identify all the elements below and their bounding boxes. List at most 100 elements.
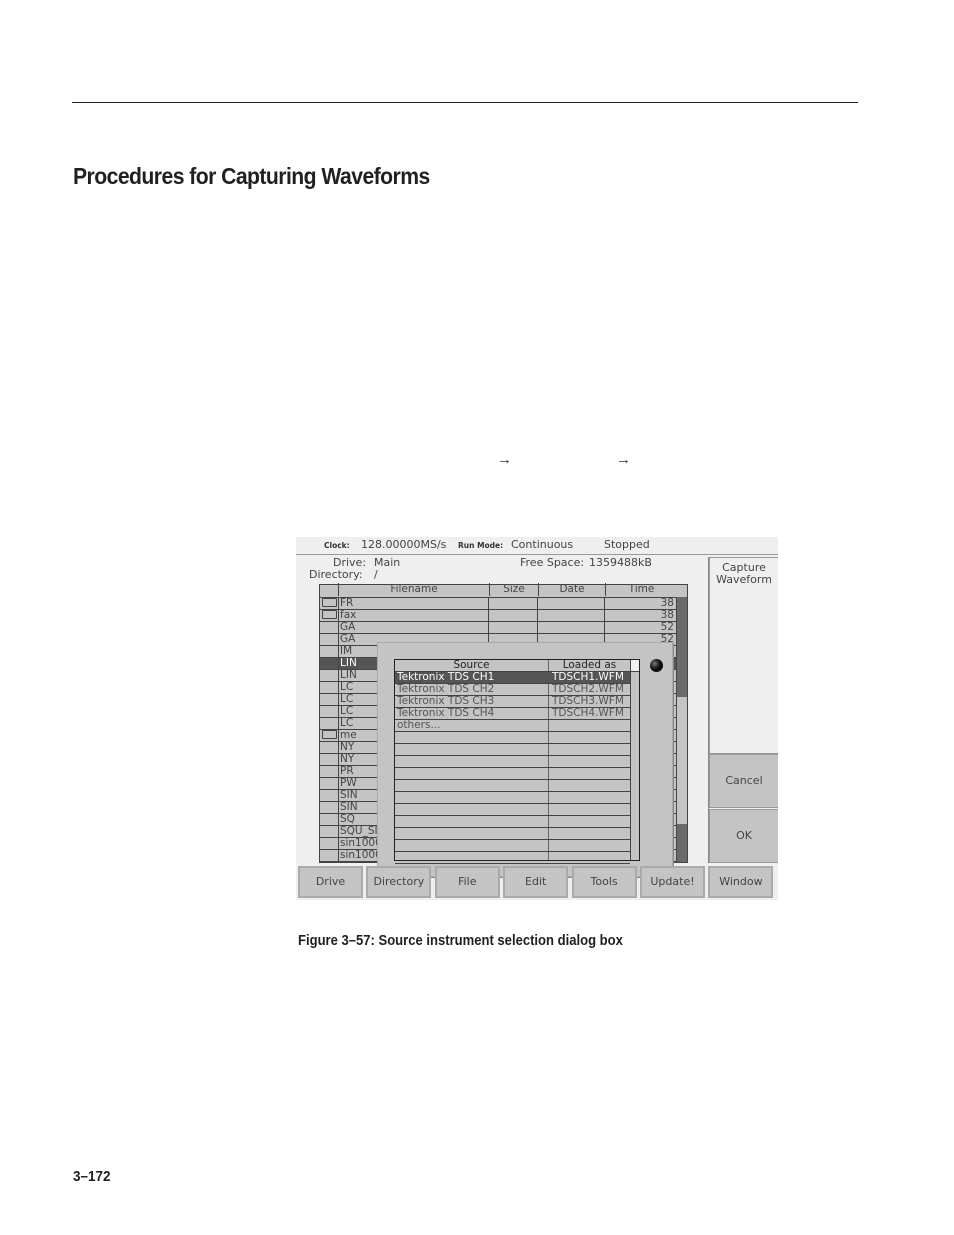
- file-type-cell: [320, 778, 339, 789]
- run-mode-label: Run Mode:: [458, 541, 504, 550]
- menu-button-edit[interactable]: Edit: [503, 866, 569, 898]
- column-divider: [537, 598, 538, 609]
- source-table-scrollbar[interactable]: [630, 660, 639, 860]
- file-name: NY: [340, 753, 355, 765]
- file-name: PW: [340, 777, 357, 789]
- file-type-cell: [320, 730, 339, 741]
- directory-value: /: [374, 568, 378, 581]
- file-type-cell: [320, 670, 339, 681]
- ok-button[interactable]: OK: [709, 809, 778, 863]
- side-title-line2: Waveform: [716, 573, 772, 586]
- file-type-cell: [320, 754, 339, 765]
- file-type-cell: [320, 646, 339, 657]
- file-row[interactable]: FR 38: [320, 598, 676, 610]
- free-space-value: 1359488kB: [589, 556, 652, 569]
- bottom-menu-bar: Drive Directory File Edit Tools Update! Window: [296, 864, 778, 900]
- run-mode-value: Continuous: [511, 538, 574, 551]
- figure-caption: Figure 3–57: Source instrument selection…: [298, 933, 623, 949]
- directory-label: Directory:: [309, 568, 363, 581]
- source-name: Tektronix TDS CH2: [397, 683, 495, 695]
- source-row[interactable]: [395, 768, 630, 780]
- page-number: 3–172: [73, 1168, 111, 1185]
- source-row[interactable]: [395, 828, 630, 840]
- file-type-cell: [320, 682, 339, 693]
- loaded-as-name: TDSCH3.WFM: [552, 695, 624, 707]
- folder-icon: [322, 730, 337, 739]
- column-header-time[interactable]: Time: [605, 583, 677, 596]
- file-type-cell: [320, 790, 339, 801]
- clock-label: Clock:: [324, 541, 350, 550]
- source-row[interactable]: others...: [395, 720, 630, 732]
- file-type-cell: [320, 658, 339, 669]
- file-time: 38: [660, 597, 674, 609]
- file-type-cell: [320, 838, 339, 849]
- file-type-cell: [320, 634, 339, 645]
- column-divider: [537, 622, 538, 633]
- file-name: LIN: [340, 657, 357, 669]
- file-name: LC: [340, 681, 354, 693]
- side-panel: Capture Waveform Cancel OK: [708, 557, 778, 863]
- column-header-loaded-as[interactable]: Loaded as: [549, 660, 630, 671]
- file-row[interactable]: GA 52: [320, 622, 676, 634]
- column-divider: [488, 622, 489, 633]
- capture-waveform-title: Capture Waveform: [709, 557, 778, 754]
- file-type-cell: [320, 826, 339, 837]
- menu-button-drive[interactable]: Drive: [298, 866, 363, 898]
- source-row[interactable]: [395, 804, 630, 816]
- file-type-cell: [320, 850, 339, 861]
- column-header-source[interactable]: Source: [395, 660, 548, 671]
- loaded-as-name: TDSCH2.WFM: [552, 683, 624, 695]
- loaded-as-name: TDSCH4.WFM: [552, 707, 624, 719]
- file-type-cell: [320, 622, 339, 633]
- menu-button-update[interactable]: Update!: [640, 866, 705, 898]
- file-list[interactable]: Filename Size Date Time FR 38 fax 38 GA 52 GA 5…: [319, 583, 688, 877]
- status-indicator-icon: [650, 659, 663, 672]
- column-divider: [488, 610, 489, 621]
- source-row[interactable]: [395, 744, 630, 756]
- cancel-button[interactable]: Cancel: [709, 754, 778, 808]
- source-table[interactable]: Source Loaded as Tektronix TDS CH1 TDSCH1.W…: [394, 659, 640, 864]
- file-name: SIN: [340, 801, 358, 813]
- source-row[interactable]: [395, 816, 630, 828]
- file-name: fax: [340, 609, 357, 621]
- file-name: me: [340, 729, 357, 741]
- scrollbar-thumb[interactable]: [631, 660, 639, 672]
- source-name: Tektronix TDS CH3: [397, 695, 495, 707]
- column-divider: [537, 610, 538, 621]
- menu-button-file[interactable]: File: [434, 866, 500, 898]
- file-list-header: Filename Size Date Time: [320, 583, 687, 598]
- menu-button-window[interactable]: Window: [708, 866, 774, 898]
- source-row[interactable]: [395, 756, 630, 768]
- file-type-cell: [320, 814, 339, 825]
- file-type-cell: [320, 598, 339, 609]
- instrument-screenshot: Clock: 128.00000MS/s Run Mode: Continuou…: [296, 537, 778, 900]
- file-row[interactable]: fax 38: [320, 610, 676, 622]
- scrollbar-thumb[interactable]: [677, 597, 687, 697]
- column-header-date[interactable]: Date: [538, 583, 605, 596]
- loaded-as-name: TDSCH1.WFM: [552, 671, 624, 683]
- file-type-cell: [320, 766, 339, 777]
- menu-button-tools[interactable]: Tools: [571, 866, 637, 898]
- source-row[interactable]: [395, 780, 630, 792]
- column-header-size[interactable]: Size: [489, 583, 538, 596]
- free-space-label: Free Space:: [520, 556, 585, 569]
- source-row[interactable]: [395, 852, 630, 864]
- column-header-filename[interactable]: Filename: [338, 583, 489, 596]
- file-name: SIN: [340, 789, 358, 801]
- file-name: LC: [340, 717, 354, 729]
- file-name: IM: [340, 645, 353, 657]
- source-row[interactable]: [395, 732, 630, 744]
- column-divider: [488, 598, 489, 609]
- source-row[interactable]: [395, 792, 630, 804]
- file-type-cell: [320, 694, 339, 705]
- folder-icon: [322, 610, 337, 619]
- source-name: others...: [397, 719, 441, 731]
- menu-button-directory[interactable]: Directory: [366, 866, 432, 898]
- header-rule: [72, 102, 858, 103]
- file-list-scrollbar[interactable]: [676, 597, 687, 862]
- source-row[interactable]: [395, 840, 630, 852]
- file-time: 52: [660, 621, 674, 633]
- file-name: GA: [340, 633, 356, 645]
- source-selection-dialog: Source Loaded as Tektronix TDS CH1 TDSCH1.W…: [377, 642, 673, 877]
- file-type-cell: [320, 706, 339, 717]
